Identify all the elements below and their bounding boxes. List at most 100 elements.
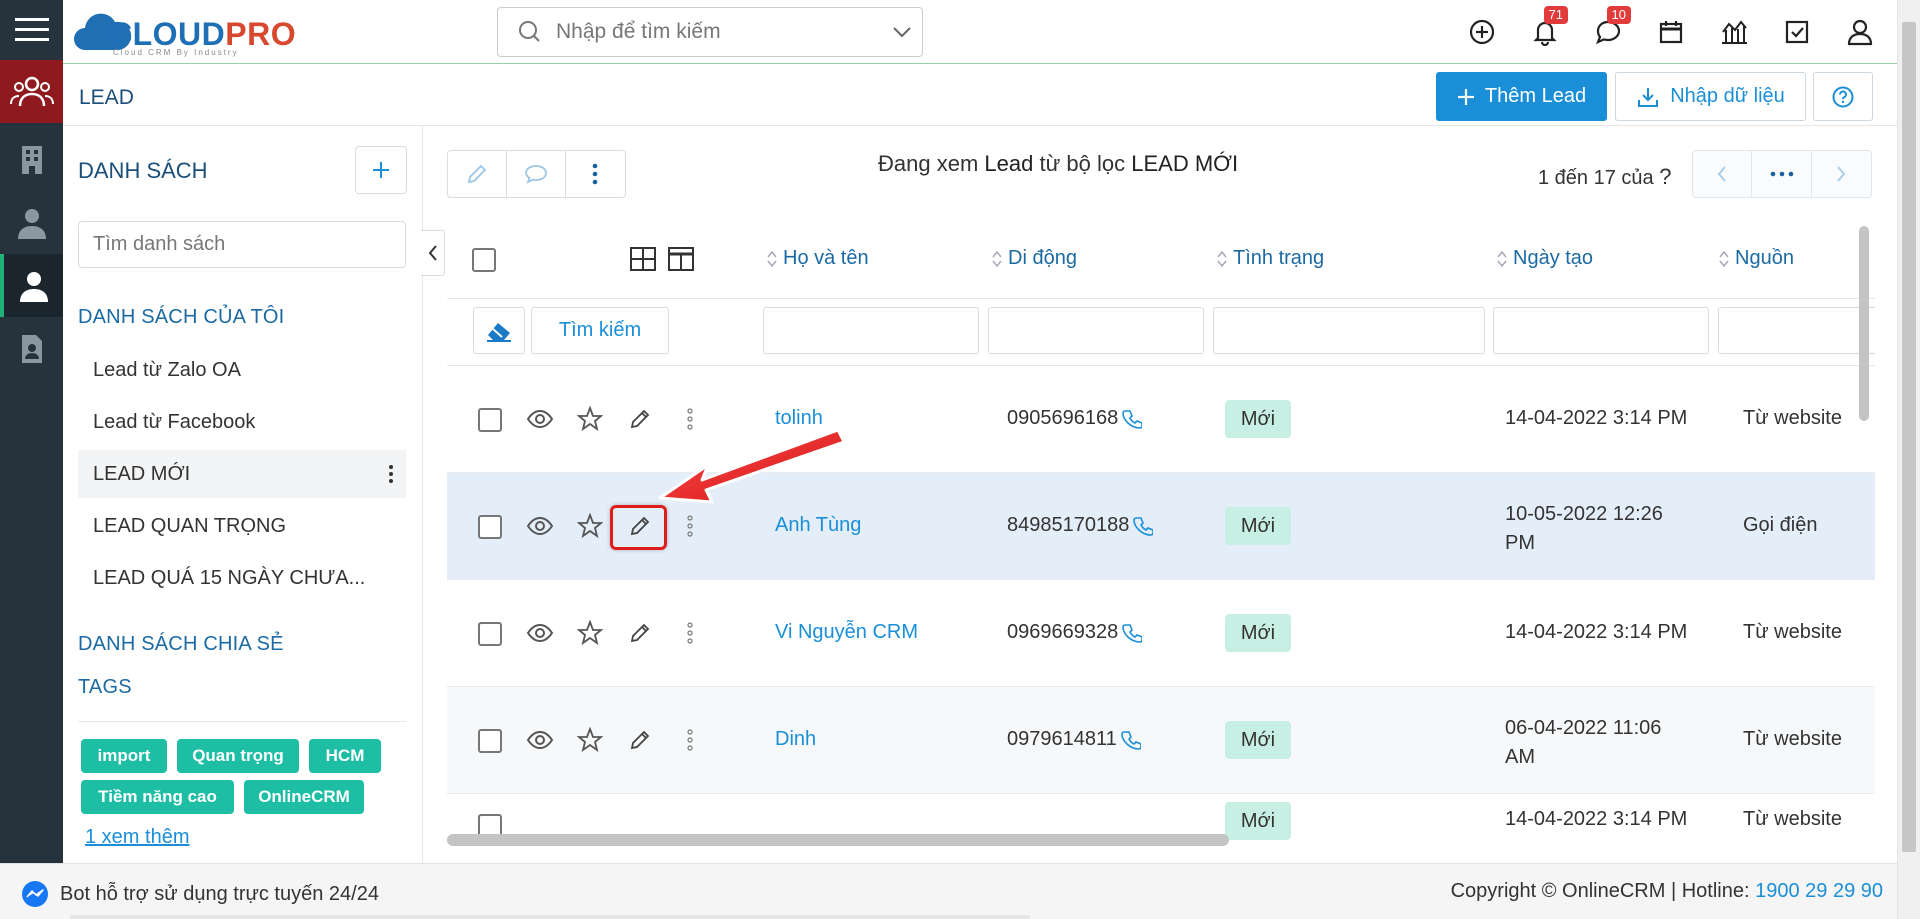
view-button[interactable] bbox=[523, 509, 557, 543]
rail-item-organizations[interactable] bbox=[0, 128, 63, 191]
column-header-source[interactable]: Nguồn bbox=[1719, 247, 1794, 270]
user-profile-button[interactable] bbox=[1838, 10, 1881, 53]
select-all-checkbox[interactable] bbox=[472, 248, 496, 272]
add-list-button[interactable] bbox=[355, 146, 407, 194]
rail-item-leads-group[interactable] bbox=[0, 60, 63, 123]
view-button[interactable] bbox=[523, 616, 557, 650]
tag-quan-trong[interactable]: Quan trọng bbox=[177, 739, 299, 773]
sidebar-item-lead-qua-15-ngay[interactable]: LEAD QUÁ 15 NGÀY CHƯA... bbox=[78, 554, 406, 602]
row-checkbox[interactable] bbox=[478, 622, 502, 646]
tag-import[interactable]: import bbox=[81, 739, 167, 773]
column-layout-icon[interactable] bbox=[667, 246, 695, 272]
star-button[interactable] bbox=[573, 616, 607, 650]
sidebar-item-facebook[interactable]: Lead từ Facebook bbox=[78, 398, 406, 446]
page-jump-button[interactable] bbox=[1752, 151, 1812, 197]
phone-cell: 84985170188 bbox=[1007, 514, 1154, 537]
global-search[interactable] bbox=[497, 7, 923, 57]
clear-filter-button[interactable] bbox=[473, 307, 525, 354]
row-checkbox[interactable] bbox=[478, 408, 502, 432]
rail-item-contacts[interactable] bbox=[0, 191, 63, 254]
edit-button[interactable] bbox=[623, 616, 657, 650]
import-data-label: Nhập dữ liệu bbox=[1670, 85, 1785, 107]
column-header-status[interactable]: Tình trạng bbox=[1217, 247, 1324, 270]
support-bot-link[interactable]: Bot hỗ trợ sử dụng trực tuyến 24/24 bbox=[20, 879, 379, 909]
filter-row: Tìm kiếm bbox=[447, 299, 1875, 366]
mass-comment-button[interactable] bbox=[507, 151, 566, 197]
mass-action-toolbar bbox=[447, 150, 626, 198]
row-more-button[interactable] bbox=[673, 616, 707, 650]
rail-item-documents[interactable] bbox=[0, 317, 63, 380]
phone-icon[interactable] bbox=[1122, 623, 1143, 643]
notifications-button[interactable]: 71 bbox=[1523, 6, 1568, 53]
grid-view-icon[interactable] bbox=[629, 246, 657, 272]
import-data-button[interactable]: Nhập dữ liệu bbox=[1615, 72, 1806, 121]
window-scroll-thumb[interactable] bbox=[1902, 22, 1916, 852]
column-header-name[interactable]: Họ và tên bbox=[767, 247, 869, 270]
lead-name-link[interactable]: Vi Nguyễn CRM bbox=[775, 621, 918, 644]
table-row[interactable]: Dinh 0979614811 Mới 06-04-2022 11:06 AM T… bbox=[447, 687, 1875, 794]
reports-button[interactable] bbox=[1712, 10, 1755, 53]
calendar-button[interactable] bbox=[1649, 10, 1692, 53]
edit-button[interactable] bbox=[623, 723, 657, 757]
copyright-text: Copyright © OnlineCRM | Hotline: 1900 29… bbox=[1450, 880, 1883, 902]
eye-icon bbox=[526, 623, 554, 643]
phone-icon[interactable] bbox=[1133, 516, 1154, 536]
status-badge: Mới bbox=[1225, 614, 1291, 652]
mass-edit-button[interactable] bbox=[448, 151, 507, 197]
hotline-link[interactable]: 1900 29 29 90 bbox=[1755, 880, 1883, 902]
see-more-tags-link[interactable]: 1 xem thêm bbox=[85, 826, 189, 849]
column-header-mobile[interactable]: Di động bbox=[992, 247, 1077, 270]
lead-name-link[interactable]: Dinh bbox=[775, 728, 816, 751]
sidebar-item-lead-moi[interactable]: LEAD MỚI bbox=[78, 450, 406, 498]
filter-search-button[interactable]: Tìm kiếm bbox=[531, 307, 669, 354]
star-button[interactable] bbox=[573, 402, 607, 436]
phone-cell: 0969669328 bbox=[1007, 621, 1143, 644]
hamburger-menu-button[interactable] bbox=[0, 0, 63, 60]
tag-hcm[interactable]: HCM bbox=[309, 739, 381, 773]
view-button[interactable] bbox=[523, 402, 557, 436]
filter-created-input[interactable] bbox=[1493, 307, 1709, 354]
filter-mobile-input[interactable] bbox=[988, 307, 1204, 354]
column-header-created[interactable]: Ngày tạo bbox=[1497, 247, 1593, 270]
filter-name-input[interactable] bbox=[763, 307, 979, 354]
cloudpro-logo[interactable]: CLOUDPRO Cloud CRM By Industry bbox=[73, 6, 303, 57]
next-page-button[interactable] bbox=[1812, 151, 1871, 197]
kebab-menu-icon[interactable] bbox=[388, 464, 394, 484]
row-checkbox[interactable] bbox=[478, 515, 502, 539]
star-button[interactable] bbox=[573, 509, 607, 543]
table-row[interactable]: Mới 14-04-2022 3:14 PM Từ website bbox=[447, 794, 1875, 861]
prev-page-button[interactable] bbox=[1693, 151, 1753, 197]
rail-item-lead[interactable] bbox=[0, 254, 63, 317]
row-actions bbox=[523, 616, 707, 650]
source-cell: Từ website bbox=[1743, 808, 1842, 830]
view-button[interactable] bbox=[523, 723, 557, 757]
star-button[interactable] bbox=[573, 723, 607, 757]
filter-source-input[interactable] bbox=[1718, 307, 1875, 354]
total-count-unknown[interactable]: ? bbox=[1659, 164, 1671, 189]
tag-onlinecrm[interactable]: OnlineCRM bbox=[244, 780, 364, 814]
table-horizontal-scrollbar[interactable] bbox=[447, 834, 1229, 846]
sidebar-item-zalo[interactable]: Lead từ Zalo OA bbox=[78, 346, 406, 394]
phone-icon[interactable] bbox=[1120, 730, 1141, 750]
tasks-button[interactable] bbox=[1775, 10, 1818, 53]
shared-lists-heading[interactable]: DANH SÁCH CHIA SẺ bbox=[78, 633, 284, 656]
row-checkbox[interactable] bbox=[478, 729, 502, 753]
row-more-button[interactable] bbox=[673, 723, 707, 757]
global-search-input[interactable] bbox=[548, 20, 882, 44]
scroll-thumb[interactable] bbox=[1859, 226, 1869, 421]
messages-button[interactable]: 10 bbox=[1586, 6, 1631, 53]
tag-tiem-nang-cao[interactable]: Tiềm năng cao bbox=[81, 780, 234, 814]
sidebar-item-lead-quan-trong[interactable]: LEAD QUAN TRỌNG bbox=[78, 502, 406, 550]
list-search-input[interactable] bbox=[78, 221, 406, 268]
phone-icon[interactable] bbox=[1122, 409, 1143, 429]
table-row[interactable]: Vi Nguyễn CRM 0969669328 Mới 14-04-2022 … bbox=[447, 580, 1875, 687]
help-button[interactable] bbox=[1813, 72, 1873, 121]
add-lead-button[interactable]: Thêm Lead bbox=[1436, 72, 1607, 121]
created-cell: 14-04-2022 3:14 PM bbox=[1505, 621, 1688, 643]
window-scrollbar[interactable] bbox=[1897, 0, 1920, 919]
quick-create-button[interactable] bbox=[1460, 10, 1503, 53]
more-actions-button[interactable] bbox=[566, 151, 625, 197]
filter-status-input[interactable] bbox=[1213, 307, 1485, 354]
table-vertical-scrollbar[interactable] bbox=[1858, 221, 1870, 861]
chevron-down-icon[interactable] bbox=[882, 17, 922, 47]
